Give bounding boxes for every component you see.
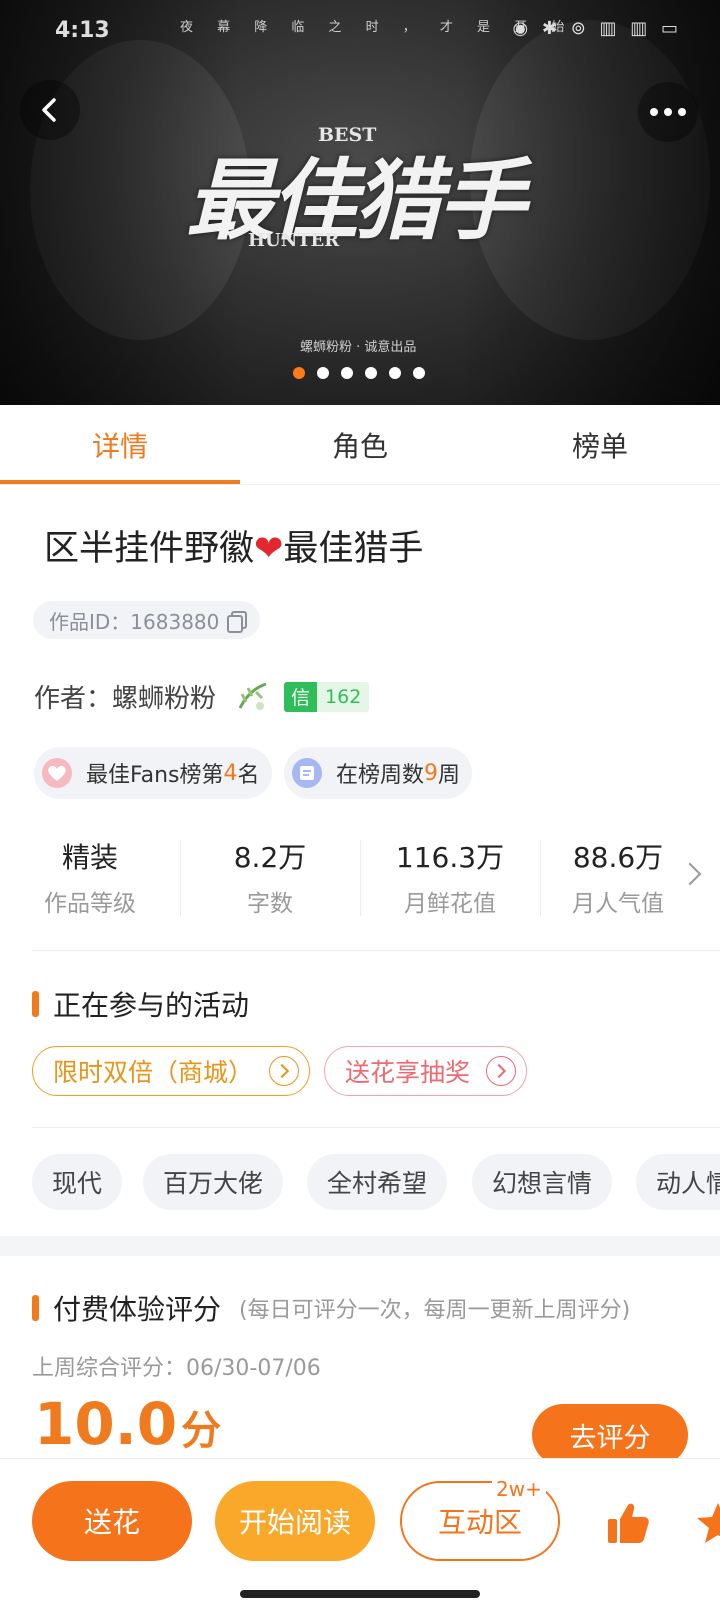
work-id-chip[interactable]: 作品ID：1683880	[33, 601, 261, 639]
work-title: 区半挂件野徽❤最佳猎手	[44, 520, 423, 571]
tag-chip[interactable]: 全村希望	[307, 1154, 448, 1210]
bottom-action-bar: 送花 开始阅读 互动区 2w+	[0, 1458, 720, 1612]
tag-chip[interactable]: 现代	[32, 1154, 123, 1210]
stat-value: 116.3万	[395, 841, 505, 874]
activities-title: 正在参与的活动	[32, 984, 249, 1024]
carousel-dot[interactable]	[413, 367, 425, 379]
fans-rank-num: 4	[223, 760, 238, 786]
activities-title-text: 正在参与的活动	[53, 989, 250, 1022]
rating-score-value: 10.0	[34, 1390, 178, 1458]
stat-label: 月人气值	[572, 891, 664, 917]
chevron-right-circle-icon	[486, 1056, 517, 1086]
credit-badge: 信 162	[284, 681, 370, 712]
stat-divider	[180, 840, 181, 916]
back-button[interactable]	[20, 80, 80, 140]
author-label: 作者：	[34, 684, 113, 714]
more-button[interactable]	[638, 82, 698, 142]
home-indicator	[240, 1590, 480, 1598]
cover-banner[interactable]: 夜 幕 降 临 之 时 ， 才 是 开 始 4:13 ◉ ✱ ⊚ ▥ ▥ ▭ B…	[0, 0, 720, 405]
status-time: 4:13	[55, 18, 110, 43]
rating-title-text: 付费体验评分	[53, 1293, 222, 1326]
author-name[interactable]: 螺蛳粉粉	[112, 678, 216, 715]
rating-note: (每日可评分一次，每周一更新上周评分)	[239, 1298, 631, 1323]
carousel-dot[interactable]	[365, 367, 377, 379]
list-icon	[292, 758, 322, 788]
carousel-dot[interactable]	[293, 367, 305, 379]
copy-icon[interactable]	[227, 610, 248, 633]
activity-label: 限时双倍（商城）	[53, 1058, 254, 1087]
carousel-dot[interactable]	[317, 367, 329, 379]
rating-period: 上周综合评分：06/30-07/06	[32, 1356, 321, 1381]
divider	[32, 1127, 720, 1128]
tab-details[interactable]: 详情	[0, 405, 240, 484]
logo-title-text: 最佳猎手	[186, 148, 526, 252]
weeks-prefix: 在榜周数	[336, 763, 425, 788]
tag-chip[interactable]: 百万大佬	[143, 1154, 284, 1210]
stat-value: 精装	[61, 841, 118, 874]
stat-flowers: 116.3万 月鲜花值	[360, 840, 540, 918]
interaction-count-badge: 2w+	[492, 1477, 546, 1501]
heart-chat-icon	[42, 758, 72, 788]
activity-label: 送花享抽奖	[345, 1058, 471, 1087]
carousel-dots	[293, 367, 425, 379]
tag-chip[interactable]: 幻想言情	[472, 1154, 613, 1210]
status-bar: 4:13 ◉ ✱ ⊚ ▥ ▥ ▭	[0, 0, 720, 60]
more-dots-icon	[650, 108, 686, 116]
section-gap	[0, 1236, 720, 1256]
status-icons: ◉ ✱ ⊚ ▥ ▥ ▭	[512, 18, 682, 39]
stat-divider	[540, 840, 541, 916]
tab-rankings[interactable]: 榜单	[480, 405, 720, 484]
author-row: 作者： 螺蛳粉粉 信 162	[34, 678, 370, 715]
stat-label: 作品等级	[44, 891, 136, 917]
star-icon[interactable]	[694, 1499, 720, 1547]
stat-words: 8.2万 字数	[180, 840, 360, 918]
carousel-dot[interactable]	[341, 367, 353, 379]
section-bar	[32, 1295, 39, 1321]
banner-credit: 螺蛳粉粉 · 诚意出品	[300, 340, 417, 355]
credit-badge-value: 162	[325, 685, 362, 708]
credit-badge-label: 信	[284, 681, 318, 712]
rating-score: 10.0 分	[34, 1390, 221, 1458]
logo-hunter-text: HUNTER	[248, 230, 340, 251]
fans-rank-chip[interactable]: 最佳Fans榜第 4 名	[34, 747, 272, 799]
section-bar	[32, 991, 39, 1017]
weeks-suffix: 周	[438, 763, 461, 788]
weeks-on-chart-chip[interactable]: 在榜周数 9 周	[284, 747, 473, 799]
heart-icon: ❤	[254, 529, 284, 569]
stat-label: 月鲜花值	[404, 891, 496, 917]
rating-title: 付费体验评分 (每日可评分一次，每周一更新上周评分)	[32, 1288, 630, 1328]
author-avatar[interactable]	[236, 680, 270, 714]
stat-value: 8.2万	[233, 841, 307, 874]
thumbs-up-icon[interactable]	[604, 1499, 652, 1547]
work-title-prefix: 区半挂件野徽	[44, 529, 255, 569]
send-flower-button[interactable]: 送花	[32, 1481, 192, 1561]
work-id-text: 作品ID：1683880	[49, 609, 220, 634]
weeks-num: 9	[424, 760, 439, 786]
divider	[32, 950, 720, 951]
chevron-left-icon	[42, 98, 56, 122]
carousel-dot[interactable]	[389, 367, 401, 379]
work-title-suffix: 最佳猎手	[283, 529, 424, 569]
tab-characters[interactable]: 角色	[240, 405, 480, 484]
activity-double-shop[interactable]: 限时双倍（商城）	[32, 1046, 311, 1096]
leaf-badge-icon	[238, 682, 267, 710]
stat-divider	[360, 840, 361, 916]
fans-rank-suffix: 名	[237, 763, 260, 788]
stat-label: 字数	[247, 891, 293, 917]
fans-rank-prefix: 最佳Fans榜第	[86, 763, 224, 788]
start-reading-button[interactable]: 开始阅读	[215, 1481, 375, 1561]
chevron-right-circle-icon	[269, 1056, 300, 1086]
activity-flower-lottery[interactable]: 送花享抽奖	[324, 1046, 528, 1096]
tab-bar: 详情 角色 榜单	[0, 405, 720, 485]
stat-level: 精装 作品等级	[0, 840, 180, 918]
rate-button[interactable]: 去评分	[532, 1404, 688, 1466]
rating-score-unit: 分	[181, 1408, 222, 1454]
tag-chip[interactable]: 动人情	[636, 1154, 720, 1210]
